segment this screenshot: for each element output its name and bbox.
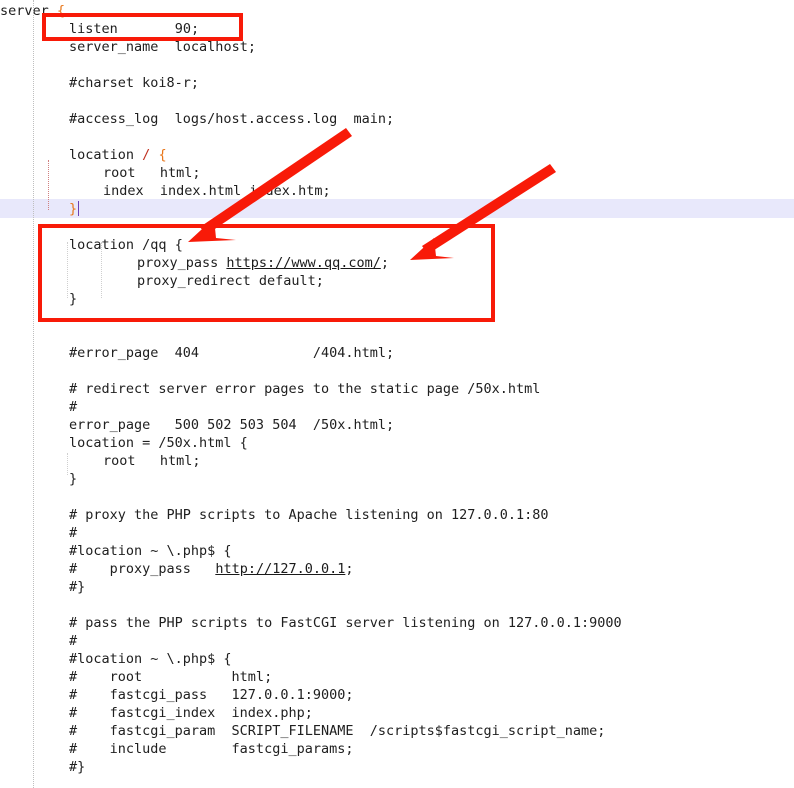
code-token-brace: {	[56, 3, 66, 19]
code-line[interactable]: location /qq {	[69, 236, 183, 254]
code-comment: # pass the PHP scripts to FastCGI server…	[69, 615, 622, 631]
code-line[interactable]: # fastcgi_index index.php;	[69, 704, 313, 722]
code-comment: #location ~ \.php$ {	[69, 543, 232, 559]
code-line[interactable]: # include fastcgi_params;	[69, 740, 353, 758]
code-line[interactable]: #charset koi8-r;	[69, 74, 199, 92]
code-line[interactable]: }	[69, 290, 77, 308]
url-link[interactable]: https://www.qq.com/	[226, 255, 380, 271]
code-comment: # fastcgi_pass 127.0.0.1:9000;	[69, 687, 354, 703]
code-line[interactable]: #location ~ \.php$ {	[69, 542, 232, 560]
code-line[interactable]: root html;	[103, 452, 201, 470]
code-comment: # proxy_pass	[69, 561, 216, 577]
indent-guide-qq-block-a	[67, 242, 69, 298]
code-token: location	[69, 237, 143, 253]
code-token: root html;	[103, 453, 201, 469]
code-line[interactable]: #}	[69, 578, 85, 596]
code-line[interactable]: location / {	[69, 146, 167, 164]
code-line[interactable]: #	[69, 524, 77, 542]
code-token: index index.html index.htm;	[103, 183, 331, 199]
code-line[interactable]: # fastcgi_pass 127.0.0.1:9000;	[69, 686, 353, 704]
code-token: server	[0, 3, 57, 19]
code-comment: #	[69, 633, 78, 649]
indent-guide-matched-block	[48, 160, 50, 210]
indent-guide-level-1	[33, 0, 35, 788]
code-line[interactable]: #error_page 404 /404.html;	[69, 344, 394, 362]
code-line[interactable]: #location ~ \.php$ {	[69, 650, 232, 668]
code-token: proxy_redirect default;	[137, 273, 324, 289]
code-comment: # redirect server error pages to the sta…	[69, 381, 541, 397]
code-spacer	[158, 39, 174, 55]
code-token: proxy_pass	[137, 255, 227, 271]
code-comment: # root html;	[69, 669, 273, 685]
code-line[interactable]: location = /50x.html {	[69, 434, 248, 452]
code-line[interactable]: index index.html index.htm;	[103, 182, 331, 200]
code-token-brace: }	[69, 291, 78, 307]
code-comment: # include fastcgi_params;	[69, 741, 354, 757]
indent-guide-qq-block-b	[101, 242, 103, 298]
url-link[interactable]: http://127.0.0.1	[215, 561, 345, 577]
code-token-brace: }	[69, 201, 78, 217]
code-line[interactable]: root html;	[103, 164, 201, 182]
code-editor-pane[interactable]: server { listen 90; server_name localhos…	[0, 0, 794, 788]
code-line[interactable]: }	[69, 200, 77, 218]
code-line[interactable]: #access_log logs/host.access.log main;	[69, 110, 394, 128]
code-token-brace: }	[69, 471, 78, 487]
code-line[interactable]: # redirect server error pages to the sta…	[69, 380, 540, 398]
code-token-brace: {	[158, 147, 167, 163]
code-spacer	[118, 21, 175, 37]
code-comment: #access_log logs/host.access.log main;	[69, 111, 395, 127]
code-comment: #	[69, 525, 78, 541]
code-comment: #}	[69, 579, 86, 595]
code-token: location	[69, 147, 143, 163]
code-line[interactable]: # proxy the PHP scripts to Apache listen…	[69, 506, 549, 524]
current-line-highlight	[0, 199, 794, 218]
text-caret	[78, 201, 79, 216]
code-token: ;	[380, 255, 389, 271]
code-token: root html;	[103, 165, 201, 181]
code-token: location = /50x.html {	[69, 435, 248, 451]
code-line[interactable]: # proxy_pass http://127.0.0.1;	[69, 560, 354, 578]
indent-guide-50x-block	[67, 453, 69, 475]
code-comment: #}	[69, 759, 86, 775]
code-line[interactable]: #	[69, 632, 77, 650]
code-token-brace: {	[174, 237, 183, 253]
code-token: localhost;	[174, 39, 256, 55]
code-line[interactable]: # root html;	[69, 668, 272, 686]
code-comment: #location ~ \.php$ {	[69, 651, 232, 667]
code-line[interactable]: # pass the PHP scripts to FastCGI server…	[69, 614, 622, 632]
code-line[interactable]: listen 90;	[69, 20, 199, 38]
code-token: error_page 500 502 503 504 /50x.html;	[69, 417, 395, 433]
code-token: 90;	[174, 21, 200, 37]
code-token: listen	[69, 21, 118, 37]
code-spacer	[167, 237, 175, 253]
code-comment: #	[69, 399, 78, 415]
code-comment: # fastcgi_index index.php;	[69, 705, 313, 721]
code-comment: #charset koi8-r;	[69, 75, 200, 91]
code-line[interactable]: #	[69, 398, 77, 416]
code-token: server_name	[69, 39, 159, 55]
code-line[interactable]: #}	[69, 758, 85, 776]
code-comment: # proxy the PHP scripts to Apache listen…	[69, 507, 549, 523]
code-line[interactable]: proxy_redirect default;	[137, 272, 324, 290]
code-line[interactable]: error_page 500 502 503 504 /50x.html;	[69, 416, 394, 434]
code-line[interactable]: }	[69, 470, 77, 488]
code-token: ;	[345, 561, 354, 577]
code-line[interactable]: server_name localhost;	[69, 38, 256, 56]
code-line[interactable]: # fastcgi_param SCRIPT_FILENAME /scripts…	[69, 722, 605, 740]
code-line[interactable]: proxy_pass https://www.qq.com/;	[137, 254, 389, 272]
code-comment: # fastcgi_param SCRIPT_FILENAME /scripts…	[69, 723, 606, 739]
code-comment: #error_page 404 /404.html;	[69, 345, 395, 361]
code-token-path: /qq	[142, 237, 167, 253]
